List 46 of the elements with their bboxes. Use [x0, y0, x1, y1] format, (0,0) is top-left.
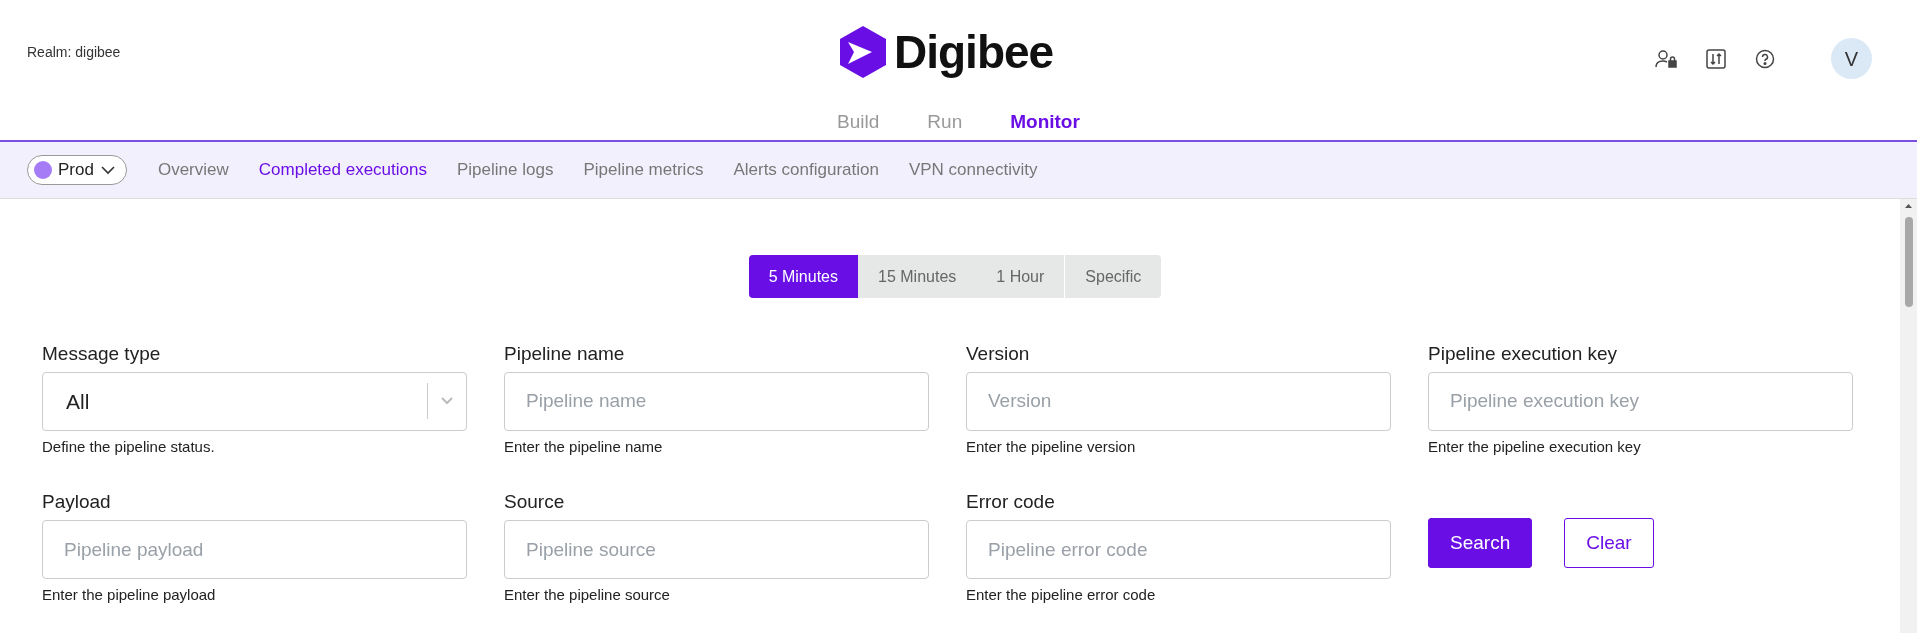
- help-text: Enter the pipeline version: [966, 436, 1137, 457]
- time-range-button[interactable]: 5 Minutes: [748, 255, 858, 298]
- time-range-button[interactable]: 1 Hour: [976, 255, 1065, 298]
- user-avatar[interactable]: V: [1831, 38, 1872, 79]
- field-label: Version: [966, 343, 1031, 366]
- scrollbar-thumb[interactable]: [1905, 217, 1913, 307]
- field-label: Message type: [42, 343, 162, 366]
- help-text: Enter the pipeline source: [504, 585, 671, 606]
- environment-selector[interactable]: Prod: [27, 155, 127, 185]
- sliders-icon[interactable]: [1706, 48, 1726, 69]
- help-icon[interactable]: [1755, 48, 1775, 69]
- input-field[interactable]: Pipeline error code: [966, 520, 1391, 580]
- field-label: Payload: [42, 491, 112, 515]
- subnav-tab[interactable]: Pipeline logs: [442, 157, 569, 183]
- message-type-select[interactable]: All: [42, 371, 467, 431]
- subnav-tab[interactable]: VPN connectivity: [893, 157, 1053, 183]
- input-field[interactable]: Pipeline payload: [42, 520, 467, 580]
- time-range-button[interactable]: Specific: [1064, 255, 1162, 298]
- field-label: Error code: [966, 491, 1056, 515]
- nav-tab[interactable]: Build: [813, 107, 904, 140]
- search-button[interactable]: Search: [1428, 518, 1533, 569]
- field-label: Pipeline name: [504, 343, 626, 366]
- logo-icon: [840, 26, 886, 78]
- input-field[interactable]: Version: [966, 371, 1391, 431]
- time-range-button[interactable]: 15 Minutes: [858, 255, 977, 298]
- input-field[interactable]: Pipeline source: [504, 520, 929, 580]
- subnav-tab[interactable]: Alerts configuration: [718, 157, 894, 183]
- realm-label: Realm: digibee: [27, 43, 121, 62]
- input-field[interactable]: Pipeline execution key: [1428, 371, 1853, 431]
- clear-button[interactable]: Clear: [1564, 518, 1654, 569]
- subnav-tab[interactable]: Overview: [142, 157, 244, 183]
- nav-tab[interactable]: Monitor: [986, 107, 1104, 140]
- subnav-tab[interactable]: Pipeline metrics: [568, 157, 719, 183]
- subnav-tab[interactable]: Completed executions: [243, 157, 442, 183]
- help-text: Enter the pipeline name: [504, 436, 664, 457]
- user-lock-icon[interactable]: [1655, 48, 1677, 69]
- field-label: Source: [504, 491, 566, 515]
- help-text: Enter the pipeline error code: [966, 585, 1157, 606]
- field-label: Pipeline execution key: [1428, 343, 1619, 366]
- scrollbar[interactable]: [1900, 199, 1917, 633]
- help-text: Enter the pipeline payload: [42, 585, 217, 606]
- help-text: Enter the pipeline execution key: [1428, 436, 1642, 457]
- nav-tab[interactable]: Run: [903, 107, 987, 140]
- chevron-down-icon: [99, 165, 116, 175]
- help-text: Define the pipeline status.: [42, 436, 216, 457]
- input-field[interactable]: Pipeline name: [504, 371, 929, 431]
